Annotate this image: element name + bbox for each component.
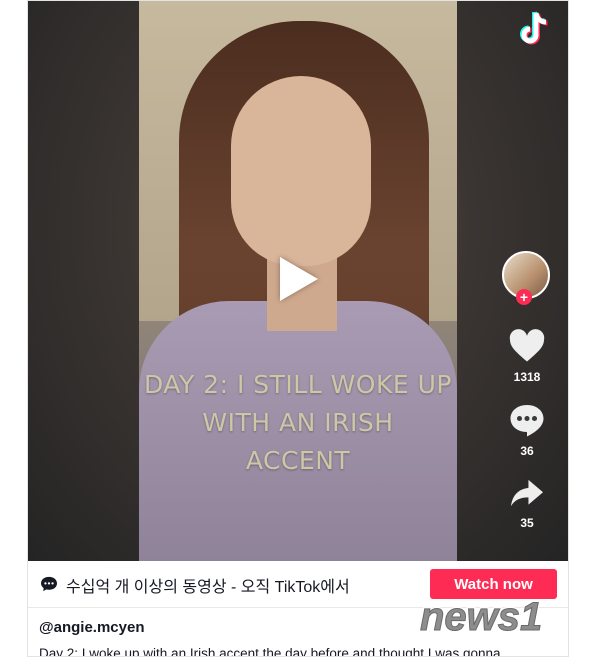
overlay-line: WITH AN IRISH: [202, 408, 394, 437]
video-player[interactable]: DAY 2: I STILL WOKE UP WITH AN IRISH ACC…: [28, 1, 568, 561]
video-overlay-caption: DAY 2: I STILL WOKE UP WITH AN IRISH ACC…: [139, 366, 457, 480]
post-caption: Day 2: I woke up with an Irish accent th…: [39, 646, 501, 657]
promo-text: 수십억 개 이상의 동영상 - 오직 TikTok에서: [66, 579, 350, 596]
comment-count: 36: [520, 444, 534, 458]
news1-watermark-logo: news1 news1: [418, 593, 544, 641]
play-icon[interactable]: [280, 257, 318, 301]
like-count: 1318: [513, 370, 541, 384]
chat-bubble-icon: [41, 576, 57, 592]
comment-icon[interactable]: [509, 403, 545, 437]
watermark-text: news1: [420, 595, 542, 639]
overlay-line: ACCENT: [245, 446, 351, 475]
share-count: 35: [520, 516, 534, 530]
share-icon[interactable]: [509, 477, 545, 509]
comment-action[interactable]: 36: [498, 403, 556, 458]
like-action[interactable]: 1318: [498, 329, 556, 384]
follow-plus-icon[interactable]: +: [516, 289, 532, 305]
heart-icon[interactable]: [508, 329, 546, 363]
overlay-line: DAY 2: I STILL WOKE UP: [143, 370, 452, 399]
tiktok-embed-card: DAY 2: I STILL WOKE UP WITH AN IRISH ACC…: [27, 0, 569, 657]
share-action[interactable]: 35: [498, 477, 556, 530]
video-face: [231, 76, 371, 266]
tiktok-logo-icon[interactable]: [516, 9, 552, 49]
author-handle[interactable]: @angie.mcyen: [39, 619, 145, 636]
